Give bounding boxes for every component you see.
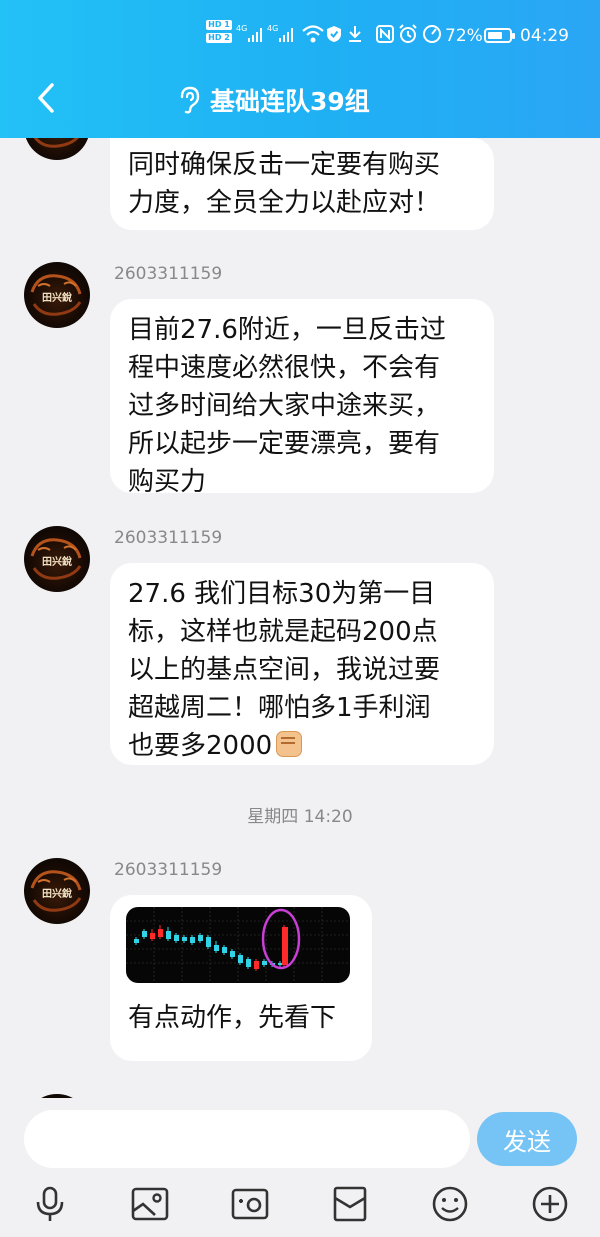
candle-body	[198, 935, 203, 941]
microphone-icon[interactable]	[30, 1184, 70, 1224]
message-line: 购买力	[128, 467, 207, 497]
svg-text:4G: 4G	[236, 24, 247, 33]
battery-fill	[488, 32, 502, 39]
camera-icon[interactable]	[230, 1184, 270, 1224]
candle-body	[182, 937, 187, 941]
dragon-logo-icon: 田兴銳	[33, 138, 79, 148]
message-input[interactable]	[24, 1110, 470, 1168]
message-line: 同时确保反击一定要有购买	[128, 150, 441, 180]
candle-body	[134, 939, 139, 943]
dragon-logo-icon: 田兴銳	[30, 274, 82, 316]
image-icon[interactable]	[130, 1184, 170, 1224]
app-header: HD 1 HD 2 4G 4G 72% 04:29 基础连队39组	[0, 0, 600, 138]
status-clock: 04:29	[520, 26, 569, 46]
hd-badges: HD 1 HD 2	[206, 20, 234, 46]
candle-body	[238, 955, 243, 963]
message-text: 也要多2000	[128, 731, 273, 761]
download-icon	[349, 26, 361, 42]
svg-text:田兴銳: 田兴銳	[42, 887, 72, 900]
plus-icon[interactable]	[530, 1184, 570, 1224]
message-line: 过多时间给大家中途来买，	[128, 391, 441, 421]
candle-body	[206, 937, 211, 947]
message-line: 目前27.6附近，一旦反击过	[128, 315, 446, 345]
candle-body	[214, 945, 219, 951]
candle-body	[282, 927, 288, 965]
alarm-icon	[399, 24, 417, 43]
sender-name: 2603311159	[114, 860, 223, 880]
svg-text:田兴銳: 田兴銳	[42, 291, 72, 304]
back-arrow-icon[interactable]	[30, 80, 66, 116]
message-line: 所以起步一定要漂亮，要有	[128, 429, 441, 459]
message-line: 程中速度必然很快，不会有	[128, 353, 441, 383]
chart-image[interactable]	[126, 907, 350, 983]
fist-emoji-icon	[276, 731, 303, 757]
message-bubble[interactable]: 27.6 我们目标30为第一目 标，这样也就是起码200点 以上的基点空间，我说…	[110, 563, 494, 765]
dragon-logo-icon: 田兴銳	[30, 538, 82, 580]
message-line: 力度，全员全力以赴应对！	[128, 188, 441, 218]
message-line: 也要多2000	[128, 727, 476, 765]
signal-icon: 4G 4G	[236, 24, 293, 42]
status-bar: HD 1 HD 2 4G 4G 72% 04:29	[0, 0, 600, 70]
candle-body	[222, 947, 227, 953]
red-packet-icon[interactable]	[330, 1184, 370, 1224]
message-line: 标，这样也就是起码200点	[128, 617, 438, 647]
avatar[interactable]: 田兴銳	[24, 138, 90, 160]
message-bubble[interactable]: 同时确保反击一定要有购买 力度，全员全力以赴应对！	[110, 138, 494, 230]
candle-body	[166, 931, 171, 939]
composer: 发送	[0, 1098, 600, 1237]
sender-name: 2603311159	[114, 528, 223, 548]
candle-body	[158, 929, 163, 937]
data-saver-icon	[423, 25, 441, 43]
send-button[interactable]: 发送	[477, 1112, 577, 1166]
candle-body	[142, 931, 147, 937]
candle-body	[190, 937, 195, 943]
message-line: 以上的基点空间，我说过要	[128, 655, 441, 685]
avatar[interactable]: 田兴銳	[24, 262, 90, 328]
candle-body	[150, 933, 155, 939]
hd2-badge: HD 2	[206, 33, 232, 43]
chat-title-bar: 基础连队39组	[178, 82, 370, 118]
shield-icon	[327, 26, 341, 42]
ear-icon	[180, 86, 200, 114]
svg-text:4G: 4G	[267, 24, 278, 33]
wifi-icon	[302, 25, 324, 43]
candle-body	[230, 951, 235, 957]
image-caption: 有点动作，先看下	[128, 1003, 337, 1033]
candle-body	[254, 961, 259, 969]
chat-title: 基础连队39组	[210, 87, 370, 116]
chat-message-list[interactable]: 田兴銳 同时确保反击一定要有购买 力度，全员全力以赴应对！ 田兴銳 260331…	[0, 138, 600, 1098]
battery-icon	[484, 28, 515, 43]
candlestick-chart	[126, 907, 350, 983]
dragon-logo-icon: 田兴銳	[30, 870, 82, 912]
svg-text:田兴銳: 田兴銳	[42, 555, 72, 568]
message-line: 27.6 我们目标30为第一目	[128, 579, 436, 609]
nfc-icon	[376, 25, 394, 43]
message-bubble[interactable]: 目前27.6附近，一旦反击过 程中速度必然很快，不会有 过多时间给大家中途来买，…	[110, 299, 494, 497]
message-bubble[interactable]: 有点动作，先看下	[110, 895, 372, 1061]
message-line: 超越周二！哪怕多1手利润	[128, 693, 431, 723]
candle-body	[174, 935, 179, 941]
message-timestamp: 星期四 14:20	[247, 807, 353, 827]
avatar[interactable]: 田兴銳	[24, 858, 90, 924]
avatar[interactable]: 田兴銳	[24, 526, 90, 592]
sender-name: 2603311159	[114, 264, 223, 284]
battery-percent: 72%	[445, 26, 483, 46]
candle-body	[262, 961, 267, 965]
hd1-badge: HD 1	[206, 20, 232, 30]
emoji-icon[interactable]	[430, 1184, 470, 1224]
candle-body	[246, 959, 251, 967]
